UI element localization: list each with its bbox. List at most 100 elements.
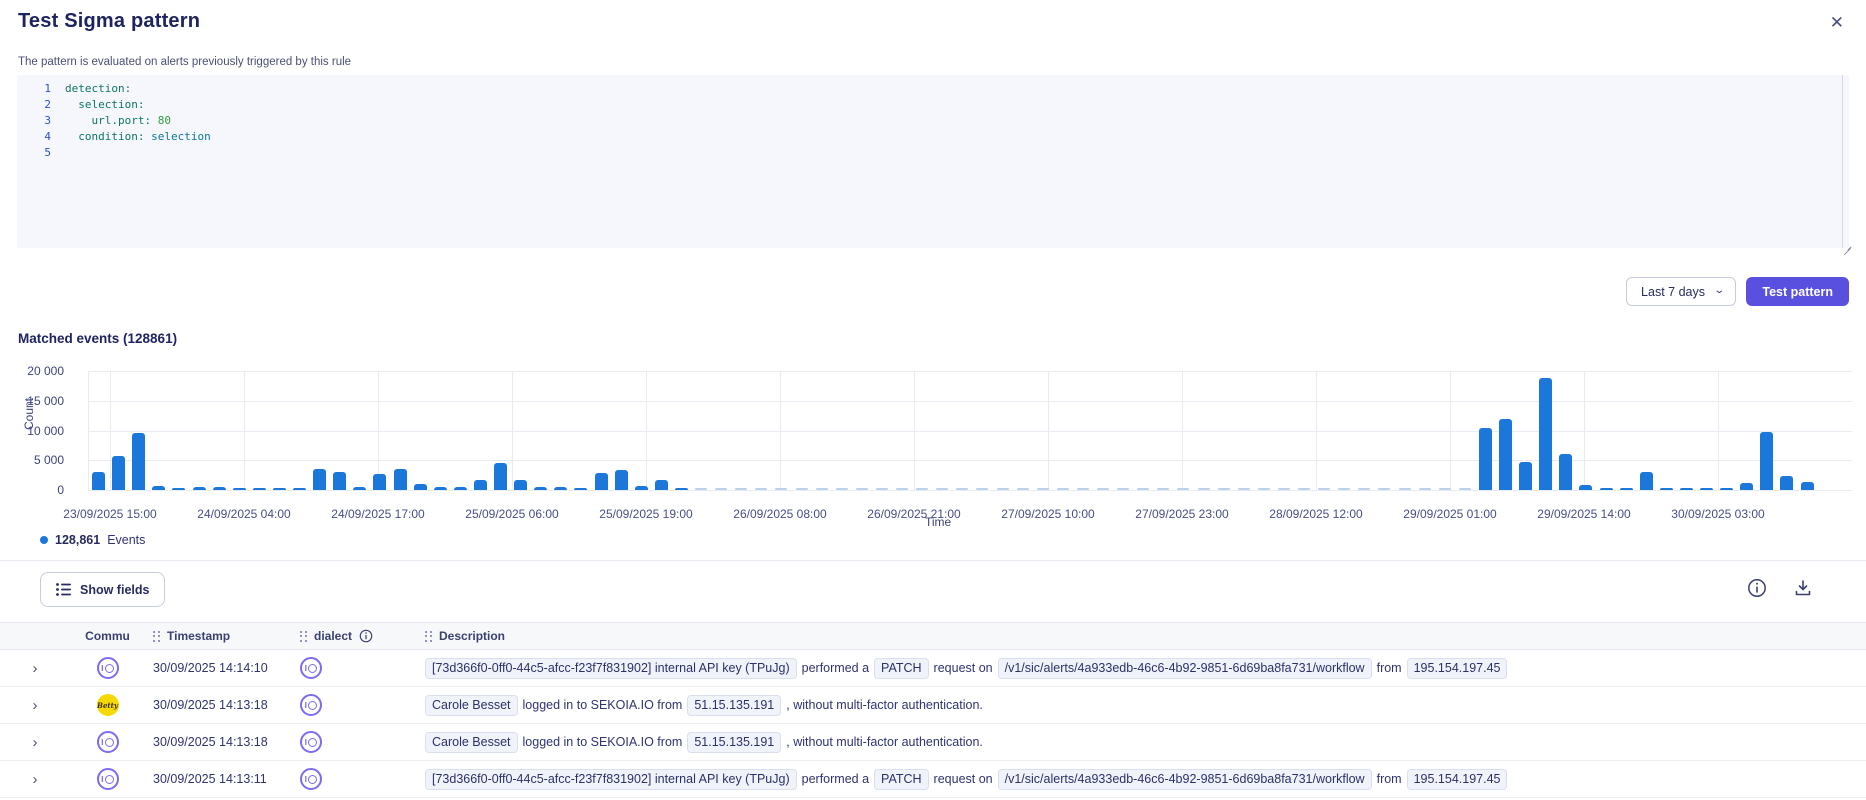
time-range-select[interactable]: Last 7 days ⌄ <box>1626 277 1736 306</box>
event-count-bar[interactable] <box>1680 488 1693 490</box>
description-chip[interactable]: 51.15.135.191 <box>687 695 781 716</box>
event-count-bar[interactable] <box>715 488 727 490</box>
info-icon[interactable] <box>1747 578 1767 598</box>
event-count-bar[interactable] <box>595 473 608 490</box>
event-count-bar[interactable] <box>1077 488 1089 490</box>
event-count-bar[interactable] <box>1378 488 1390 490</box>
event-count-bar[interactable] <box>353 487 366 490</box>
event-count-bar[interactable] <box>956 488 968 490</box>
event-count-bar[interactable] <box>172 488 185 490</box>
expand-row-icon[interactable]: › <box>33 772 38 787</box>
event-count-bar[interactable] <box>554 487 567 490</box>
column-header-description[interactable]: Description <box>425 629 1866 643</box>
show-fields-button[interactable]: Show fields <box>40 572 165 607</box>
drag-handle-icon[interactable] <box>300 631 307 642</box>
event-count-bar[interactable] <box>876 488 888 490</box>
event-count-bar[interactable] <box>1117 488 1129 490</box>
event-count-bar[interactable] <box>1037 488 1049 490</box>
event-count-bar[interactable] <box>1238 488 1250 490</box>
editor-scrollbar[interactable] <box>1842 75 1843 248</box>
event-count-bar[interactable] <box>534 487 547 490</box>
event-count-bar[interactable] <box>1740 483 1753 490</box>
resize-grip-icon[interactable] <box>1842 244 1852 254</box>
event-count-bar[interactable] <box>856 488 868 490</box>
event-count-bar[interactable] <box>1358 488 1370 490</box>
event-count-bar[interactable] <box>1720 488 1733 490</box>
event-count-bar[interactable] <box>1097 488 1109 490</box>
event-count-bar[interactable] <box>454 487 467 490</box>
event-count-bar[interactable] <box>1399 488 1411 490</box>
event-count-bar[interactable] <box>1700 488 1713 490</box>
expand-row-icon[interactable]: › <box>33 698 38 713</box>
event-count-bar[interactable] <box>1579 485 1592 490</box>
event-count-bar[interactable] <box>434 487 447 490</box>
event-count-bar[interactable] <box>1177 488 1189 490</box>
description-chip[interactable]: PATCH <box>874 658 929 679</box>
event-count-bar[interactable] <box>1539 378 1552 490</box>
event-count-bar[interactable] <box>1137 488 1149 490</box>
event-count-bar[interactable] <box>574 488 587 490</box>
event-count-bar[interactable] <box>836 488 848 490</box>
event-count-bar[interactable] <box>615 470 628 490</box>
event-count-bar[interactable] <box>675 488 688 490</box>
event-count-bar[interactable] <box>775 488 787 490</box>
event-count-bar[interactable] <box>1559 454 1572 490</box>
event-count-bar[interactable] <box>92 472 105 490</box>
event-count-bar[interactable] <box>333 472 346 490</box>
event-count-bar[interactable] <box>112 456 125 490</box>
sigma-pattern-editor[interactable]: 1detection:2 selection:3 url.port: 804 c… <box>17 75 1849 248</box>
description-chip[interactable]: [73d366f0-0ff0-44c5-afcc-f23f7f831902] i… <box>425 769 797 790</box>
event-count-bar[interactable] <box>1218 488 1230 490</box>
event-count-bar[interactable] <box>1338 488 1350 490</box>
event-count-bar[interactable] <box>1459 488 1471 490</box>
expand-row-icon[interactable]: › <box>33 735 38 750</box>
event-count-bar[interactable] <box>494 463 507 490</box>
event-count-bar[interactable] <box>1419 488 1431 490</box>
event-count-bar[interactable] <box>414 484 427 490</box>
description-chip[interactable]: /v1/sic/alerts/4a933edb-46c6-4b92-9851-6… <box>998 658 1372 679</box>
column-header-dialect[interactable]: dialect <box>285 629 425 643</box>
event-count-bar[interactable] <box>152 486 165 490</box>
event-count-bar[interactable] <box>1519 462 1532 490</box>
event-count-bar[interactable] <box>1157 488 1169 490</box>
event-count-bar[interactable] <box>735 488 747 490</box>
event-count-bar[interactable] <box>997 488 1009 490</box>
description-chip[interactable]: Carole Besset <box>425 695 518 716</box>
event-count-bar[interactable] <box>1499 419 1512 490</box>
event-count-bar[interactable] <box>1801 482 1814 490</box>
event-count-bar[interactable] <box>1439 488 1451 490</box>
event-count-bar[interactable] <box>293 488 306 490</box>
event-count-bar[interactable] <box>936 488 948 490</box>
event-count-bar[interactable] <box>253 488 266 490</box>
event-count-bar[interactable] <box>1780 476 1793 490</box>
event-count-bar[interactable] <box>916 488 928 490</box>
event-count-bar[interactable] <box>233 488 246 490</box>
event-count-bar[interactable] <box>1298 488 1310 490</box>
event-count-bar[interactable] <box>1660 488 1673 490</box>
event-count-bar[interactable] <box>273 488 286 490</box>
event-count-bar[interactable] <box>1620 488 1633 490</box>
event-count-bar[interactable] <box>373 474 386 490</box>
event-count-bar[interactable] <box>193 487 206 490</box>
event-count-bar[interactable] <box>976 488 988 490</box>
event-count-bar[interactable] <box>474 480 487 490</box>
event-count-bar[interactable] <box>394 469 407 490</box>
event-count-bar[interactable] <box>635 486 648 490</box>
event-count-bar[interactable] <box>1198 488 1210 490</box>
event-count-bar[interactable] <box>755 488 767 490</box>
description-chip[interactable]: Carole Besset <box>425 732 518 753</box>
drag-handle-icon[interactable] <box>153 631 160 642</box>
download-icon[interactable] <box>1793 578 1813 598</box>
event-count-bar[interactable] <box>213 487 226 490</box>
close-icon[interactable]: ✕ <box>1826 10 1848 35</box>
column-header-commu[interactable]: Commu <box>70 629 145 643</box>
description-chip[interactable]: 51.15.135.191 <box>687 732 781 753</box>
event-count-bar[interactable] <box>1600 488 1613 490</box>
description-chip[interactable]: [73d366f0-0ff0-44c5-afcc-f23f7f831902] i… <box>425 658 797 679</box>
event-count-bar[interactable] <box>1760 432 1773 490</box>
event-count-bar[interactable] <box>796 488 808 490</box>
drag-handle-icon[interactable] <box>425 631 432 642</box>
event-count-bar[interactable] <box>896 488 908 490</box>
description-chip[interactable]: PATCH <box>874 769 929 790</box>
info-icon[interactable] <box>359 629 373 643</box>
